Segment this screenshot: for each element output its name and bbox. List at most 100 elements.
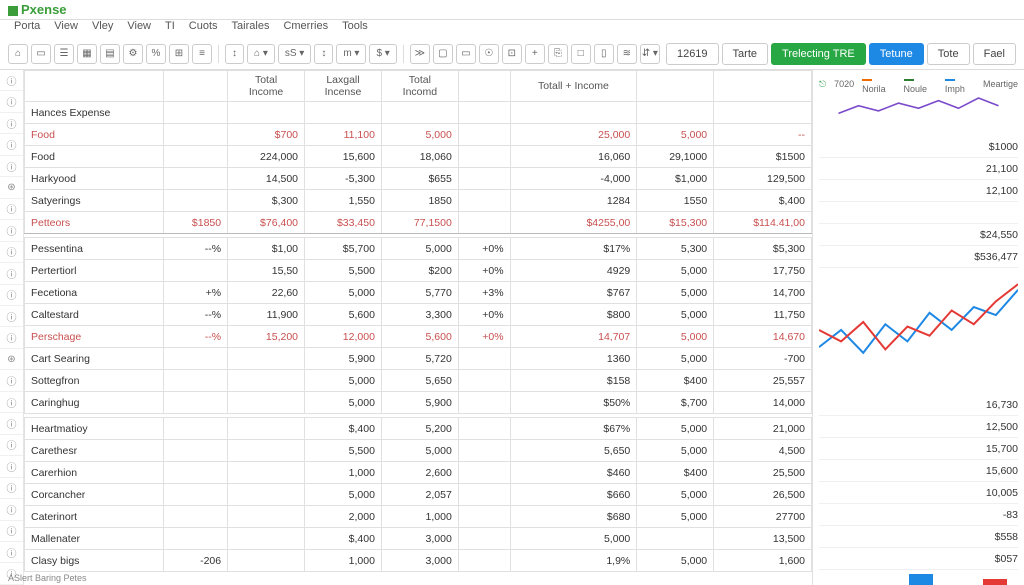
row-label[interactable]: Sottegfron [25,370,164,392]
cell[interactable] [714,102,812,124]
cell[interactable] [458,212,510,234]
cell[interactable]: 14,707 [510,326,637,348]
cell[interactable]: 3,000 [381,550,458,572]
cell[interactable] [458,462,510,484]
menu-item[interactable]: Tairales [232,20,270,38]
cell[interactable] [164,528,228,550]
cell[interactable] [228,370,305,392]
cell[interactable]: 11,750 [714,304,812,326]
cell[interactable]: 5,200 [381,418,458,440]
toolbar-button[interactable]: ▢ [433,44,453,64]
cell[interactable]: 5,000 [637,506,714,528]
cell[interactable]: $,700 [637,392,714,414]
cell[interactable]: 5,000 [637,348,714,370]
cell[interactable]: $400 [637,462,714,484]
toolbar-button[interactable]: ⎘ [548,44,568,64]
cell[interactable]: $5,300 [714,238,812,260]
toolbar-combo[interactable]: sS ▾ [278,44,311,64]
cell[interactable] [305,102,382,124]
cell[interactable] [458,102,510,124]
cell[interactable]: -4,000 [510,168,637,190]
cell[interactable]: +0% [458,304,510,326]
cell[interactable]: $1500 [714,146,812,168]
cell[interactable] [637,102,714,124]
row-label[interactable]: Food [25,146,164,168]
cell[interactable]: 17,750 [714,260,812,282]
cell[interactable]: -700 [714,348,812,370]
cell[interactable]: 1550 [637,190,714,212]
row-label[interactable]: Carethesr [25,440,164,462]
cell[interactable]: +3% [458,282,510,304]
cell[interactable]: 5,000 [305,392,382,414]
cell[interactable]: 5,000 [637,550,714,572]
cell[interactable]: $,400 [305,528,382,550]
toolbar-button[interactable]: □ [571,44,591,64]
cell[interactable]: 1360 [510,348,637,370]
toolbar-button[interactable]: ≋ [617,44,637,64]
cell[interactable] [228,392,305,414]
menu-item[interactable]: View [54,20,78,38]
cell[interactable]: $800 [510,304,637,326]
cell[interactable]: 5,600 [381,326,458,348]
cell[interactable]: 5,650 [510,440,637,462]
menu-item[interactable]: TI [165,20,175,38]
cell[interactable]: 11,100 [305,124,382,146]
scope-pill[interactable]: Tetune [869,43,924,65]
cell[interactable] [164,370,228,392]
scope-pill[interactable]: Trelecting TRE [771,43,866,65]
cell[interactable]: 5,650 [381,370,458,392]
toolbar-button[interactable]: ≡ [192,44,212,64]
cell[interactable]: $17% [510,238,637,260]
cell[interactable]: 5,000 [305,484,382,506]
cell[interactable] [458,348,510,370]
row-label[interactable]: Fecetiona [25,282,164,304]
cell[interactable]: $76,400 [228,212,305,234]
cell[interactable] [164,440,228,462]
cell[interactable]: $33,450 [305,212,382,234]
toolbar-button[interactable]: ☉ [479,44,499,64]
cell[interactable] [458,168,510,190]
cell[interactable] [228,550,305,572]
cell[interactable]: $158 [510,370,637,392]
cell[interactable]: 129,500 [714,168,812,190]
cell[interactable]: 5,000 [305,370,382,392]
cell[interactable] [637,528,714,550]
row-label[interactable]: Perschage [25,326,164,348]
cell[interactable]: 2,000 [305,506,382,528]
cell[interactable]: 2,600 [381,462,458,484]
toolbar-button[interactable]: ⌂ [8,44,28,64]
cell[interactable] [381,102,458,124]
cell[interactable]: 5,000 [637,304,714,326]
cell[interactable]: 1,9% [510,550,637,572]
toolbar-combo[interactable]: ↕ [314,44,333,64]
toolbar-button[interactable]: % [146,44,166,64]
toolbar-button[interactable]: ▭ [456,44,476,64]
cell[interactable]: 1,600 [714,550,812,572]
cell[interactable]: $400 [637,370,714,392]
row-label[interactable]: Food [25,124,164,146]
row-label[interactable]: Pertertiorl [25,260,164,282]
cell[interactable] [228,418,305,440]
cell[interactable]: $4255,00 [510,212,637,234]
cell[interactable]: 25,557 [714,370,812,392]
cell[interactable] [458,392,510,414]
cell[interactable]: 5,000 [637,124,714,146]
cell[interactable]: 14,500 [228,168,305,190]
cell[interactable] [458,190,510,212]
cell[interactable] [164,260,228,282]
cell[interactable]: $460 [510,462,637,484]
scope-pill[interactable]: Tarte [722,43,768,65]
row-label[interactable]: Pessentina [25,238,164,260]
cell[interactable]: -206 [164,550,228,572]
cell[interactable]: $,300 [228,190,305,212]
menu-item[interactable]: Vley [92,20,113,38]
cell[interactable] [458,550,510,572]
cell[interactable] [164,484,228,506]
cell[interactable]: --% [164,238,228,260]
spreadsheet[interactable]: TotalIncomeLaxgallIncenseTotalIncomdTota… [24,70,812,585]
cell[interactable] [458,440,510,462]
cell[interactable]: 1,000 [305,550,382,572]
cell[interactable]: 5,000 [510,528,637,550]
row-label[interactable]: Clasy bigs [25,550,164,572]
cell[interactable]: 13,500 [714,528,812,550]
